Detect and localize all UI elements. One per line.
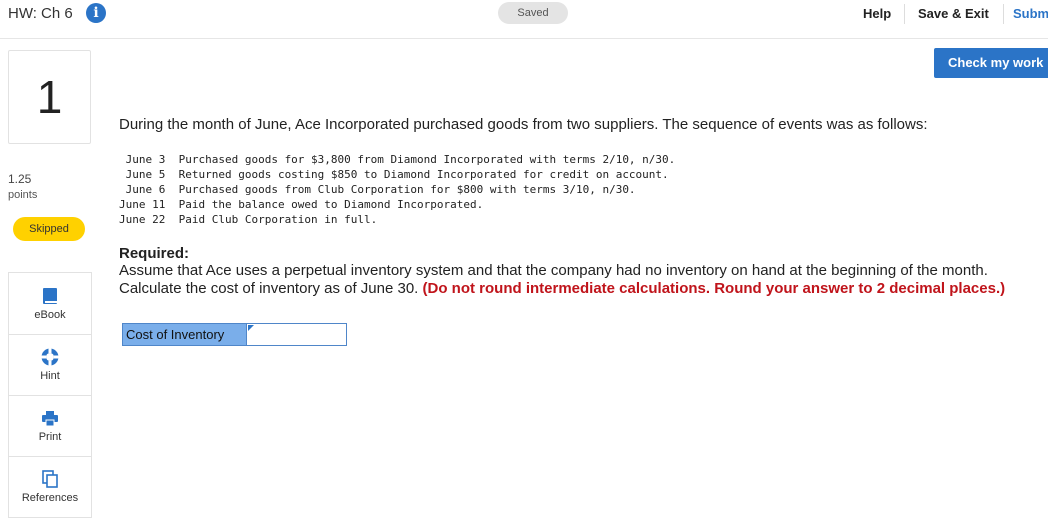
- references-label: References: [21, 492, 79, 504]
- points-value: 1.25: [8, 172, 32, 186]
- event-line: June 5 Returned goods costing $850 to Di…: [119, 168, 669, 181]
- divider: [904, 4, 905, 24]
- required-instruction: Calculate the cost of inventory as of Ju…: [119, 280, 1005, 297]
- saved-status-badge: Saved: [498, 2, 568, 24]
- save-exit-link[interactable]: Save & Exit: [918, 6, 989, 21]
- event-line: June 22 Paid Club Corporation in full.: [119, 213, 378, 226]
- print-button[interactable]: Print: [9, 395, 91, 457]
- event-line: June 11 Paid the balance owed to Diamond…: [119, 198, 484, 211]
- info-icon[interactable]: i: [86, 3, 106, 23]
- required-text: Assume that Ace uses a perpetual invento…: [119, 262, 988, 279]
- event-line: June 6 Purchased goods from Club Corpora…: [119, 183, 636, 196]
- help-link[interactable]: Help: [863, 6, 891, 21]
- hint-button[interactable]: Hint: [9, 334, 91, 396]
- question-intro: During the month of June, Ace Incorporat…: [119, 116, 928, 133]
- hint-label: Hint: [40, 370, 60, 382]
- ebook-label: eBook: [34, 309, 66, 321]
- rounding-note: (Do not round intermediate calculations.…: [422, 280, 1006, 297]
- copy-icon: [42, 470, 58, 488]
- tools-panel: eBook Hint Print References: [8, 272, 92, 518]
- event-line: June 3 Purchased goods for $3,800 from D…: [119, 153, 676, 166]
- event-list: June 3 Purchased goods for $3,800 from D…: [119, 152, 675, 227]
- assignment-title: HW: Ch 6: [8, 5, 73, 22]
- cost-of-inventory-input[interactable]: [246, 323, 347, 346]
- status-badge: Skipped: [13, 217, 85, 241]
- submit-link[interactable]: Subm: [1013, 6, 1048, 21]
- question-number: 1: [8, 50, 91, 144]
- input-flag-marker: [248, 325, 254, 331]
- required-heading: Required:: [119, 245, 190, 262]
- points-label: points: [8, 189, 38, 201]
- instruction-text: Calculate the cost of inventory as of Ju…: [119, 280, 423, 297]
- cost-of-inventory-label: Cost of Inventory: [122, 323, 247, 346]
- book-icon: [43, 288, 57, 304]
- top-bar: HW: Ch 6 i Saved Help Save & Exit Subm: [0, 0, 1048, 39]
- print-label: Print: [38, 431, 62, 443]
- references-button[interactable]: References: [9, 456, 91, 517]
- ebook-button[interactable]: eBook: [9, 273, 91, 335]
- printer-icon: [42, 411, 58, 427]
- divider: [1003, 4, 1004, 24]
- lifebuoy-icon: [41, 348, 59, 366]
- check-my-work-button[interactable]: Check my work: [934, 48, 1048, 78]
